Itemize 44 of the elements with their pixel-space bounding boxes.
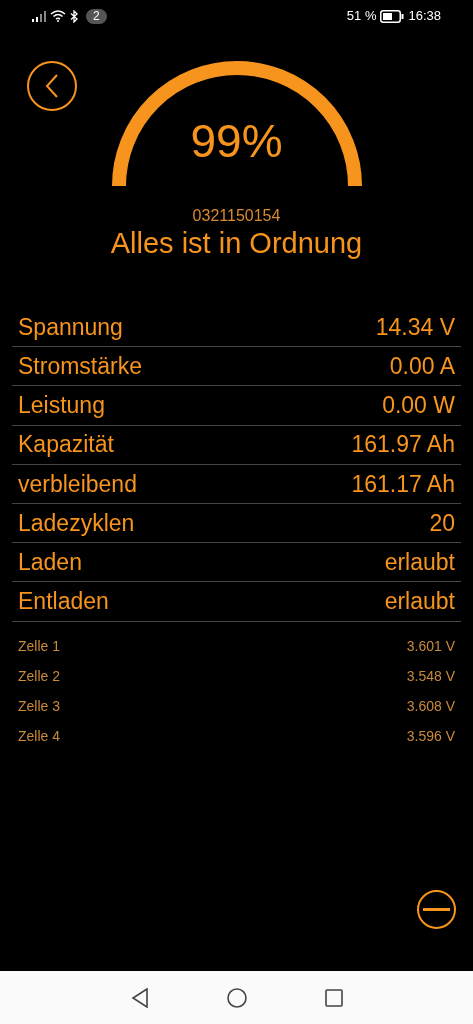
minus-icon (423, 908, 450, 911)
metric-label: verbleibend (18, 469, 137, 499)
back-nav-icon (130, 987, 149, 1008)
metric-label: Entladen (18, 587, 109, 617)
cell-voltage: 3.596 V (406, 727, 455, 746)
cell-voltage: 3.601 V (406, 637, 455, 656)
home-nav-button[interactable] (226, 987, 247, 1008)
metric-label: Stromstärke (18, 352, 142, 382)
wifi-icon (50, 10, 66, 22)
metric-value: 0.00 A (389, 352, 455, 382)
back-nav-button[interactable] (130, 987, 149, 1008)
notification-badge: 2 (86, 8, 107, 24)
metric-value: 20 (429, 508, 455, 538)
metric-label: Kapazität (18, 430, 114, 460)
minus-button[interactable] (417, 890, 456, 929)
recents-nav-icon (324, 988, 343, 1007)
cell-label: Zelle 2 (18, 667, 61, 686)
metric-value: 161.97 Ah (351, 430, 455, 460)
metric-label: Laden (18, 547, 82, 577)
signal-icon (32, 10, 46, 22)
cell-voltage: 3.608 V (406, 697, 455, 716)
metric-label: Ladezyklen (18, 508, 135, 538)
metric-value: 0.00 W (382, 391, 455, 421)
cell-label: Zelle 3 (18, 697, 61, 716)
metric-value: erlaubt (384, 587, 455, 617)
charge-percent: 99% (190, 118, 283, 164)
chevron-left-icon (45, 74, 59, 98)
battery-percent: 51 % (346, 7, 377, 26)
home-nav-icon (226, 987, 247, 1008)
metric-label: Leistung (18, 391, 105, 421)
status-message: Alles ist in Ordnung (110, 226, 363, 260)
bluetooth-icon (70, 9, 79, 23)
metric-value: 161.17 Ah (351, 469, 455, 499)
metric-label: Spannung (18, 312, 123, 342)
battery-icon (380, 9, 405, 23)
cell-voltage: 3.548 V (406, 667, 455, 686)
metric-value: erlaubt (384, 547, 455, 577)
cell-label: Zelle 4 (18, 727, 61, 746)
serial-number: 0321150154 (192, 206, 281, 226)
clock-time: 16:38 (408, 7, 441, 26)
back-button[interactable] (27, 61, 77, 111)
recents-nav-button[interactable] (324, 988, 343, 1007)
metric-value: 14.34 V (375, 312, 455, 342)
cell-label: Zelle 1 (18, 637, 61, 656)
